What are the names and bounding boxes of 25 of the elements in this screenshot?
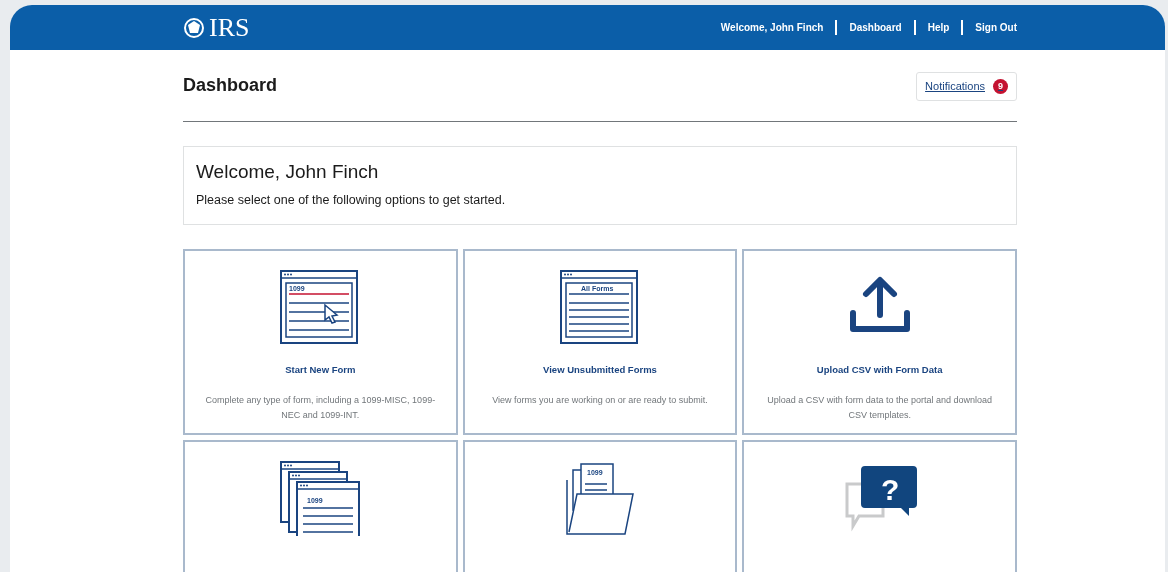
upload-icon (849, 277, 910, 333)
form-window-icon (280, 270, 359, 345)
option-card[interactable]: Upload CSV with Form Data Upload a CSV with form data to the portal and download CSV templates. (742, 249, 1017, 436)
option-description: Complete any type of form, including a 1099-MISC, 1099-NEC and 1099-INT. (204, 394, 437, 422)
welcome-heading: Welcome, John Finch (196, 160, 380, 184)
option-title: Start New Form (285, 363, 356, 378)
option-card[interactable]: ? (742, 440, 1017, 572)
nav-link-item[interactable]: Sign Out (963, 20, 1017, 35)
welcome-text: Welcome, John Finch (719, 21, 825, 35)
notification-count-badge: 9 (993, 78, 1008, 94)
nav-link-item[interactable]: Dashboard (837, 20, 914, 35)
option-title: Upload CSV with Form Data (816, 363, 943, 378)
option-title: View Unsubmitted Forms (543, 363, 657, 378)
option-description: Upload a CSV with form data to the portal and download CSV templates. (766, 394, 993, 422)
page-title: Dashboard (183, 75, 278, 98)
option-description: View forms you are working on or are ready to submit. (492, 394, 708, 408)
welcome-subtitle: Please select one of the following options to get started. (196, 192, 507, 210)
form-list-window-icon (560, 270, 638, 345)
help-chat-icon (845, 466, 917, 532)
folder-icon (566, 463, 634, 535)
stacked-windows-icon (280, 461, 361, 537)
icon-label: ? (880, 473, 899, 507)
notifications-button[interactable]: Notifications 9 (916, 72, 1017, 101)
logo-text[interactable]: IRS (209, 14, 250, 41)
nav-link-item[interactable]: Help (915, 20, 962, 35)
